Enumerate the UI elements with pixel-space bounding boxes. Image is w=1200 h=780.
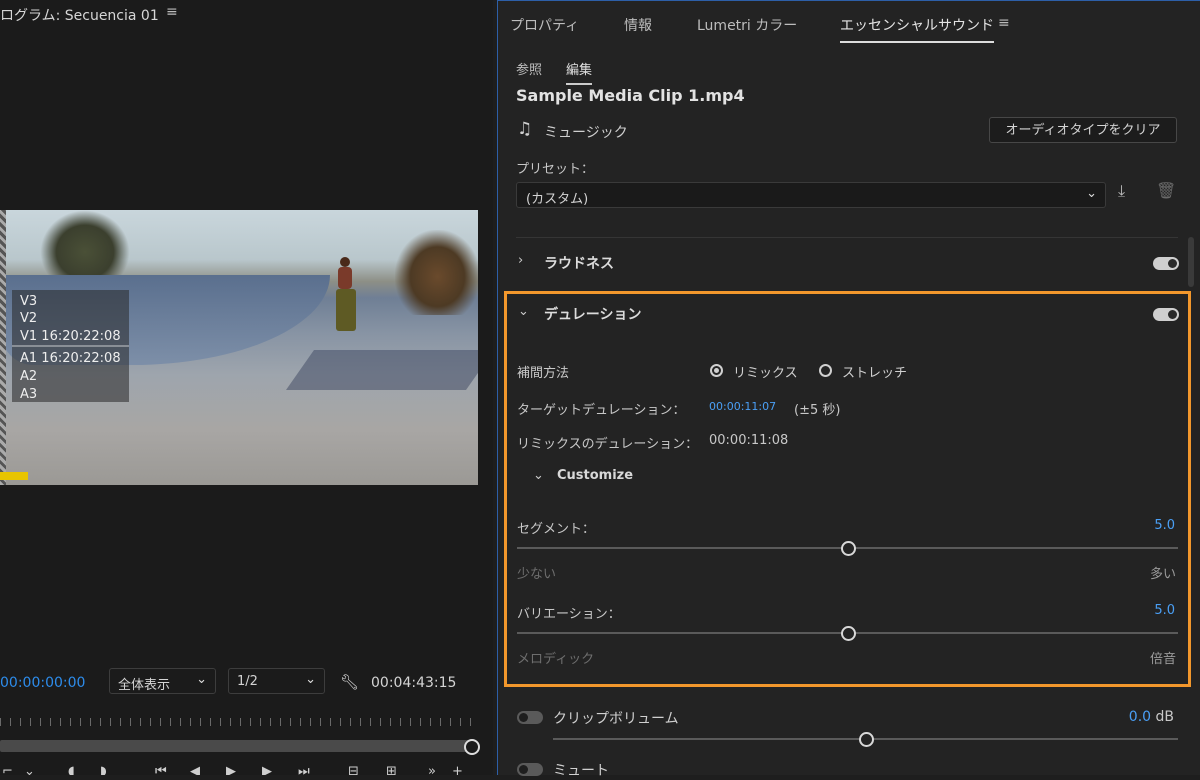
- step-forward-icon[interactable]: ⏭: [298, 764, 310, 775]
- clip-name: Sample Media Clip 1.mp4: [516, 86, 745, 105]
- save-preset-icon[interactable]: ⤓: [1118, 181, 1125, 201]
- music-note-icon: ♫: [517, 119, 533, 139]
- mark-out-icon[interactable]: ⌄: [24, 764, 35, 775]
- overlay-a1: A1 16:20:22:08: [20, 351, 121, 366]
- add-marker-icon[interactable]: ◖: [68, 764, 75, 775]
- playhead-timecode[interactable]: 00:00:00:00: [0, 675, 85, 691]
- extract-icon[interactable]: ⊞: [386, 764, 397, 775]
- clip-volume-number[interactable]: 0.0: [1129, 709, 1151, 725]
- monitor-title: ログラム: Secuencia 01: [0, 8, 159, 24]
- wrench-settings-icon[interactable]: 🔧︎: [340, 673, 359, 691]
- remix-radio[interactable]: [710, 364, 723, 377]
- clip-volume-label: クリップボリューム: [553, 711, 679, 727]
- play-icon[interactable]: ▶: [226, 764, 236, 775]
- lift-icon[interactable]: ⊟: [348, 764, 359, 775]
- subtab-browse[interactable]: 参照: [516, 59, 542, 78]
- video-shadow: [285, 350, 478, 390]
- chevron-right-icon[interactable]: ›: [518, 253, 523, 268]
- track-overlay: V3 V2 V1 16:20:22:08 A1 16:20:22:08 A2 A…: [12, 290, 129, 402]
- tab-essential-sound[interactable]: エッセンシャルサウンド: [840, 15, 994, 43]
- frame-forward-icon[interactable]: ▶: [262, 764, 272, 775]
- video-tree-left: [40, 210, 130, 280]
- segments-label: セグメント：: [517, 522, 596, 537]
- loudness-section-label[interactable]: ラウドネス: [544, 253, 614, 273]
- chevron-down-icon[interactable]: ⌄: [518, 304, 529, 319]
- overlay-v1: V1 16:20:22:08: [20, 329, 121, 344]
- variation-max-label: 倍音: [1150, 652, 1177, 667]
- scroll-handle[interactable]: [464, 739, 480, 755]
- target-duration-range: (±5 秒): [794, 403, 841, 418]
- stretch-radio-label[interactable]: ストレッチ: [842, 362, 907, 381]
- method-label: 補間方法: [517, 366, 570, 381]
- remix-duration-value: 00:00:11:08: [709, 433, 789, 448]
- safe-area-hatch: [0, 210, 6, 485]
- mark-in-icon[interactable]: ⌐: [2, 764, 13, 775]
- chevron-down-icon: ⌄: [305, 672, 316, 687]
- duration-toggle[interactable]: [1153, 308, 1179, 321]
- tab-info[interactable]: 情報: [624, 15, 652, 35]
- panel-menu-icon[interactable]: ≡: [998, 15, 1010, 31]
- target-duration-input[interactable]: 00:00:11:07: [709, 400, 776, 413]
- duration-section-label[interactable]: デュレーション: [544, 304, 641, 324]
- subtab-edit[interactable]: 編集: [566, 59, 593, 85]
- work-area-marker: [0, 472, 28, 480]
- program-monitor: ログラム: Secuencia 01 ≡ V3 V2 V1 16:20:22:0…: [0, 0, 493, 775]
- overlay-divider: [12, 345, 129, 347]
- clear-audio-type-button[interactable]: オーディオタイプをクリア: [989, 117, 1177, 143]
- mute-toggle[interactable]: [517, 763, 543, 776]
- preset-select[interactable]: (カスタム) ⌄: [516, 182, 1106, 208]
- video-skater: [332, 255, 362, 340]
- customize-label[interactable]: Customize: [557, 468, 633, 483]
- preset-select-value: (カスタム): [526, 192, 589, 207]
- variation-min-label: メロディック: [517, 652, 595, 667]
- clip-volume-toggle[interactable]: [517, 711, 543, 724]
- more-controls-icon[interactable]: »: [428, 764, 436, 775]
- clip-volume-unit: dB: [1155, 709, 1175, 725]
- clip-volume-value[interactable]: 0.0 dB: [1098, 709, 1174, 725]
- mute-label: ミュート: [553, 763, 609, 779]
- add-button-icon[interactable]: +: [452, 764, 463, 775]
- overlay-v2: V2: [20, 311, 38, 326]
- trash-icon[interactable]: 🗑︎: [1156, 181, 1176, 200]
- target-duration-label: ターゲットデュレーション：: [517, 403, 686, 418]
- tab-properties[interactable]: プロパティ: [510, 15, 579, 35]
- variation-slider-thumb[interactable]: [840, 626, 856, 641]
- video-tree-right: [395, 230, 478, 315]
- divider: [516, 237, 1178, 238]
- stretch-radio[interactable]: [819, 364, 832, 377]
- overlay-a3: A3: [20, 387, 38, 402]
- overlay-v3: V3: [20, 294, 38, 309]
- time-ruler[interactable]: [0, 708, 478, 726]
- video-frame: V3 V2 V1 16:20:22:08 A1 16:20:22:08 A2 A…: [0, 210, 478, 485]
- monitor-menu-icon[interactable]: ≡: [166, 4, 178, 20]
- clip-volume-slider-thumb[interactable]: [858, 732, 874, 747]
- zoom-select[interactable]: 全体表示 ⌄: [109, 668, 216, 694]
- remix-radio-label[interactable]: リミックス: [733, 362, 798, 381]
- sequence-duration: 00:04:43:15: [371, 675, 457, 691]
- step-back-icon[interactable]: ⏮: [155, 764, 167, 775]
- scroll-bar[interactable]: [0, 740, 470, 752]
- essential-sound-panel: プロパティ 情報 Lumetri カラー エッセンシャルサウンド ≡ 参照 編集…: [497, 0, 1200, 779]
- variation-label: バリエーション：: [517, 607, 621, 622]
- resolution-select-value: 1/2: [237, 674, 258, 689]
- loudness-toggle[interactable]: [1153, 257, 1179, 270]
- panel-scrollbar[interactable]: [1188, 237, 1194, 287]
- zoom-select-value: 全体表示: [118, 678, 171, 693]
- overlay-a2: A2: [20, 369, 38, 384]
- segments-max-label: 多い: [1150, 567, 1177, 582]
- segments-value[interactable]: 5.0: [1115, 518, 1175, 533]
- preset-label: プリセット：: [516, 162, 595, 177]
- go-to-in-icon[interactable]: ◗: [100, 764, 107, 775]
- chevron-down-icon[interactable]: ⌄: [533, 468, 544, 483]
- segments-slider-thumb[interactable]: [840, 541, 856, 556]
- frame-back-icon[interactable]: ◀: [190, 764, 200, 775]
- segments-min-label: 少ない: [517, 567, 557, 582]
- chevron-down-icon: ⌄: [1086, 186, 1097, 201]
- chevron-down-icon: ⌄: [196, 672, 207, 687]
- tab-lumetri-color[interactable]: Lumetri カラー: [697, 15, 797, 35]
- resolution-select[interactable]: 1/2 ⌄: [228, 668, 325, 694]
- remix-duration-label: リミックスのデュレーション：: [517, 437, 699, 452]
- variation-value[interactable]: 5.0: [1115, 603, 1175, 618]
- audio-type-label: ミュージック: [544, 125, 628, 141]
